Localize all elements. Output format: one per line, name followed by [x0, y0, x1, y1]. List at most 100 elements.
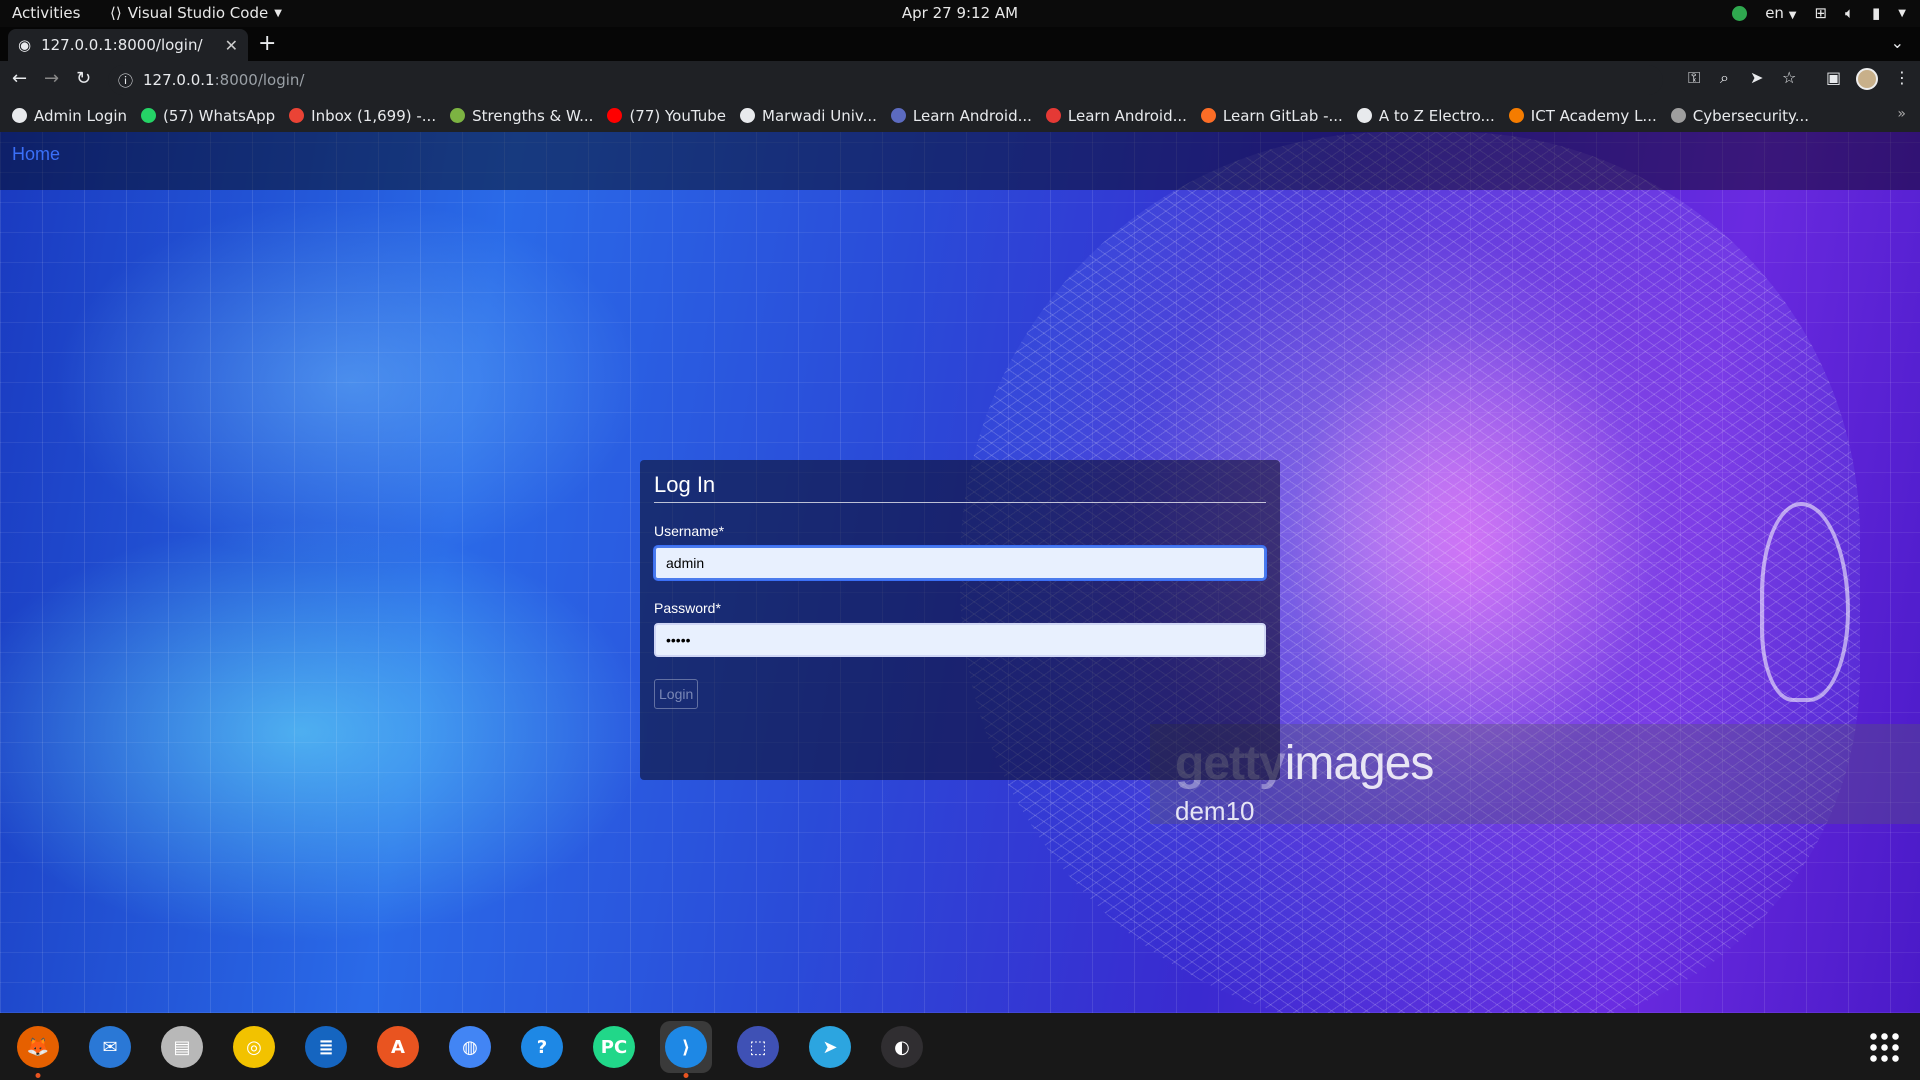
- bookmark-item[interactable]: Admin Login: [12, 107, 127, 125]
- files-icon[interactable]: ▤: [156, 1021, 208, 1073]
- globe-icon: [12, 108, 27, 123]
- vscode-small-icon: ⟨⟩: [110, 4, 122, 22]
- files-icon-glyph: ▤: [161, 1026, 203, 1068]
- chevron-down-icon: ▼: [274, 7, 282, 19]
- bookmark-label: Admin Login: [34, 106, 128, 125]
- globe-icon: [740, 108, 756, 123]
- bookmark-item[interactable]: Marwadi Univ...: [740, 107, 877, 125]
- show-applications-icon[interactable]: [1868, 1031, 1900, 1063]
- bookmark-item[interactable]: ICT Academy L...: [1508, 107, 1657, 125]
- bookmark-item[interactable]: A to Z Electro...: [1356, 107, 1495, 125]
- reload-icon[interactable]: ↻: [76, 68, 91, 89]
- shield-check-icon[interactable]: [1732, 5, 1748, 21]
- screenshot-icon[interactable]: ⬚: [732, 1021, 784, 1073]
- grid-icon: [890, 108, 906, 123]
- thunderbird-icon[interactable]: ✉: [84, 1021, 136, 1073]
- system-top-bar: Activities ⟨⟩ Visual Studio Code ▼ Apr 2…: [0, 0, 1920, 27]
- obs-icon[interactable]: ◐: [876, 1021, 928, 1073]
- bookmark-label: Strengths & W...: [472, 106, 594, 125]
- ict-icon: [1508, 108, 1524, 123]
- system-menu-chevron-icon[interactable]: ▼: [1898, 8, 1906, 19]
- page-viewport: Home gettyimages dem10 Log In Username* …: [0, 132, 1920, 1013]
- chrome-icon-glyph: ◍: [449, 1026, 491, 1068]
- clock[interactable]: Apr 27 9:12 AM: [902, 4, 1018, 22]
- pycharm-icon-glyph: PC: [593, 1026, 635, 1068]
- writer-icon[interactable]: ≣: [300, 1021, 352, 1073]
- login-card: Log In Username* Password* Login: [640, 460, 1280, 780]
- chrome-icon[interactable]: ◍: [444, 1021, 496, 1073]
- pycharm-icon[interactable]: PC: [588, 1021, 640, 1073]
- address-bar[interactable]: ⓘ 127.0.0.1:8000/login/: [108, 65, 1663, 95]
- bookmark-item[interactable]: Cybersecurity...: [1670, 106, 1810, 125]
- watermark-user: dem10: [1175, 796, 1255, 826]
- back-arrow-icon[interactable]: ←: [12, 68, 27, 89]
- language-indicator[interactable]: en ▼: [1765, 4, 1796, 22]
- zoom-icon[interactable]: ⌕: [1720, 68, 1729, 88]
- activities-button[interactable]: Activities: [12, 4, 80, 22]
- vscode-icon[interactable]: ⟩: [660, 1021, 712, 1078]
- battery-icon[interactable]: ▮: [1872, 4, 1880, 22]
- leaf-icon: [450, 108, 466, 123]
- username-input[interactable]: [654, 546, 1266, 580]
- globe-icon: [1356, 108, 1372, 123]
- running-indicator: [35, 1073, 41, 1078]
- network-icon[interactable]: ⊞: [1814, 4, 1827, 22]
- firefox-icon[interactable]: 🦊: [12, 1021, 64, 1078]
- password-input[interactable]: [654, 623, 1266, 657]
- bookmark-item[interactable]: Inbox (1,699) -...: [289, 107, 436, 125]
- obs-icon-glyph: ◐: [881, 1026, 923, 1068]
- more-vert-icon[interactable]: ⋮: [1894, 68, 1910, 87]
- rhythmbox-icon[interactable]: ◎: [228, 1021, 280, 1073]
- bookmark-label: Cybersecurity...: [1692, 106, 1810, 125]
- bookmark-label: (57) WhatsApp: [163, 106, 276, 125]
- send-icon[interactable]: ➤: [1750, 68, 1763, 87]
- cloud-icon: [1670, 108, 1686, 123]
- telegram-icon-glyph: ➤: [809, 1026, 851, 1068]
- browser-tab-strip: ◉ 127.0.0.1:8000/login/ ✕ + ⌄: [0, 27, 1920, 61]
- url-host: 127.0.0.1: [143, 71, 215, 89]
- tab-login[interactable]: ◉ 127.0.0.1:8000/login/ ✕: [8, 29, 248, 61]
- bookmark-item[interactable]: (57) WhatsApp: [141, 107, 275, 125]
- vscode-icon-glyph: ⟩: [665, 1026, 707, 1068]
- screenshot-icon-glyph: ⬚: [737, 1026, 779, 1068]
- gmail-icon: [289, 108, 305, 123]
- forward-arrow-icon[interactable]: →: [44, 68, 59, 89]
- site-navbar: Home: [0, 132, 1920, 190]
- bookmark-label: Inbox (1,699) -...: [311, 106, 437, 125]
- bookmark-item[interactable]: Strengths & W...: [450, 107, 593, 125]
- profile-avatar[interactable]: [1856, 68, 1878, 90]
- url-path: :8000/login/: [214, 71, 305, 89]
- app-center-icon[interactable]: A: [372, 1021, 424, 1073]
- bookmark-item[interactable]: Learn Android...: [890, 107, 1032, 125]
- close-icon[interactable]: ✕: [225, 36, 238, 55]
- v-icon: [1045, 108, 1061, 123]
- new-tab-icon[interactable]: +: [258, 31, 276, 56]
- bookmark-item[interactable]: (77) YouTube: [607, 107, 726, 125]
- bookmark-item[interactable]: Learn Android...: [1045, 106, 1187, 125]
- nav-home-link[interactable]: Home: [12, 144, 60, 165]
- browser-toolbar: ← → ↻ ⓘ 127.0.0.1:8000/login/ ⚿ ⌕ ➤ ☆ ▣ …: [0, 61, 1920, 99]
- side-panel-icon[interactable]: ▣: [1826, 68, 1841, 87]
- login-title: Log In: [654, 460, 1266, 503]
- help-icon[interactable]: ?: [516, 1021, 568, 1073]
- telegram-icon[interactable]: ➤: [804, 1021, 856, 1073]
- info-icon[interactable]: ⓘ: [118, 70, 133, 91]
- app-menu[interactable]: ⟨⟩ Visual Studio Code ▼: [110, 4, 282, 22]
- whatsapp-icon: [141, 108, 157, 123]
- tab-search-chevron-icon[interactable]: ⌄: [1891, 33, 1904, 52]
- firefox-icon-glyph: 🦊: [17, 1026, 59, 1068]
- key-icon[interactable]: ⚿: [1688, 68, 1700, 88]
- system-tray[interactable]: en ▼ ⊞ 🔈︎ ▮ ▼: [1732, 4, 1906, 22]
- tab-title: 127.0.0.1:8000/login/: [41, 36, 203, 54]
- volume-icon[interactable]: 🔈︎: [1845, 4, 1854, 22]
- youtube-icon: [607, 108, 623, 123]
- login-button[interactable]: Login: [654, 679, 699, 709]
- thunderbird-icon-glyph: ✉: [89, 1026, 131, 1068]
- bookmark-label: Learn Android...: [1067, 106, 1187, 125]
- username-label: Username*: [654, 523, 725, 539]
- bookmarks-overflow-icon[interactable]: »: [1897, 106, 1906, 122]
- app-center-icon-glyph: A: [377, 1026, 419, 1068]
- bookmark-item[interactable]: Learn GitLab -...: [1200, 107, 1343, 125]
- ubuntu-dock: 🦊 ✉ ▤ ◎ ≣ A ◍? PC ⟩ ⬚ ➤ ◐: [0, 1013, 1920, 1080]
- bookmark-star-icon[interactable]: ☆: [1782, 68, 1796, 87]
